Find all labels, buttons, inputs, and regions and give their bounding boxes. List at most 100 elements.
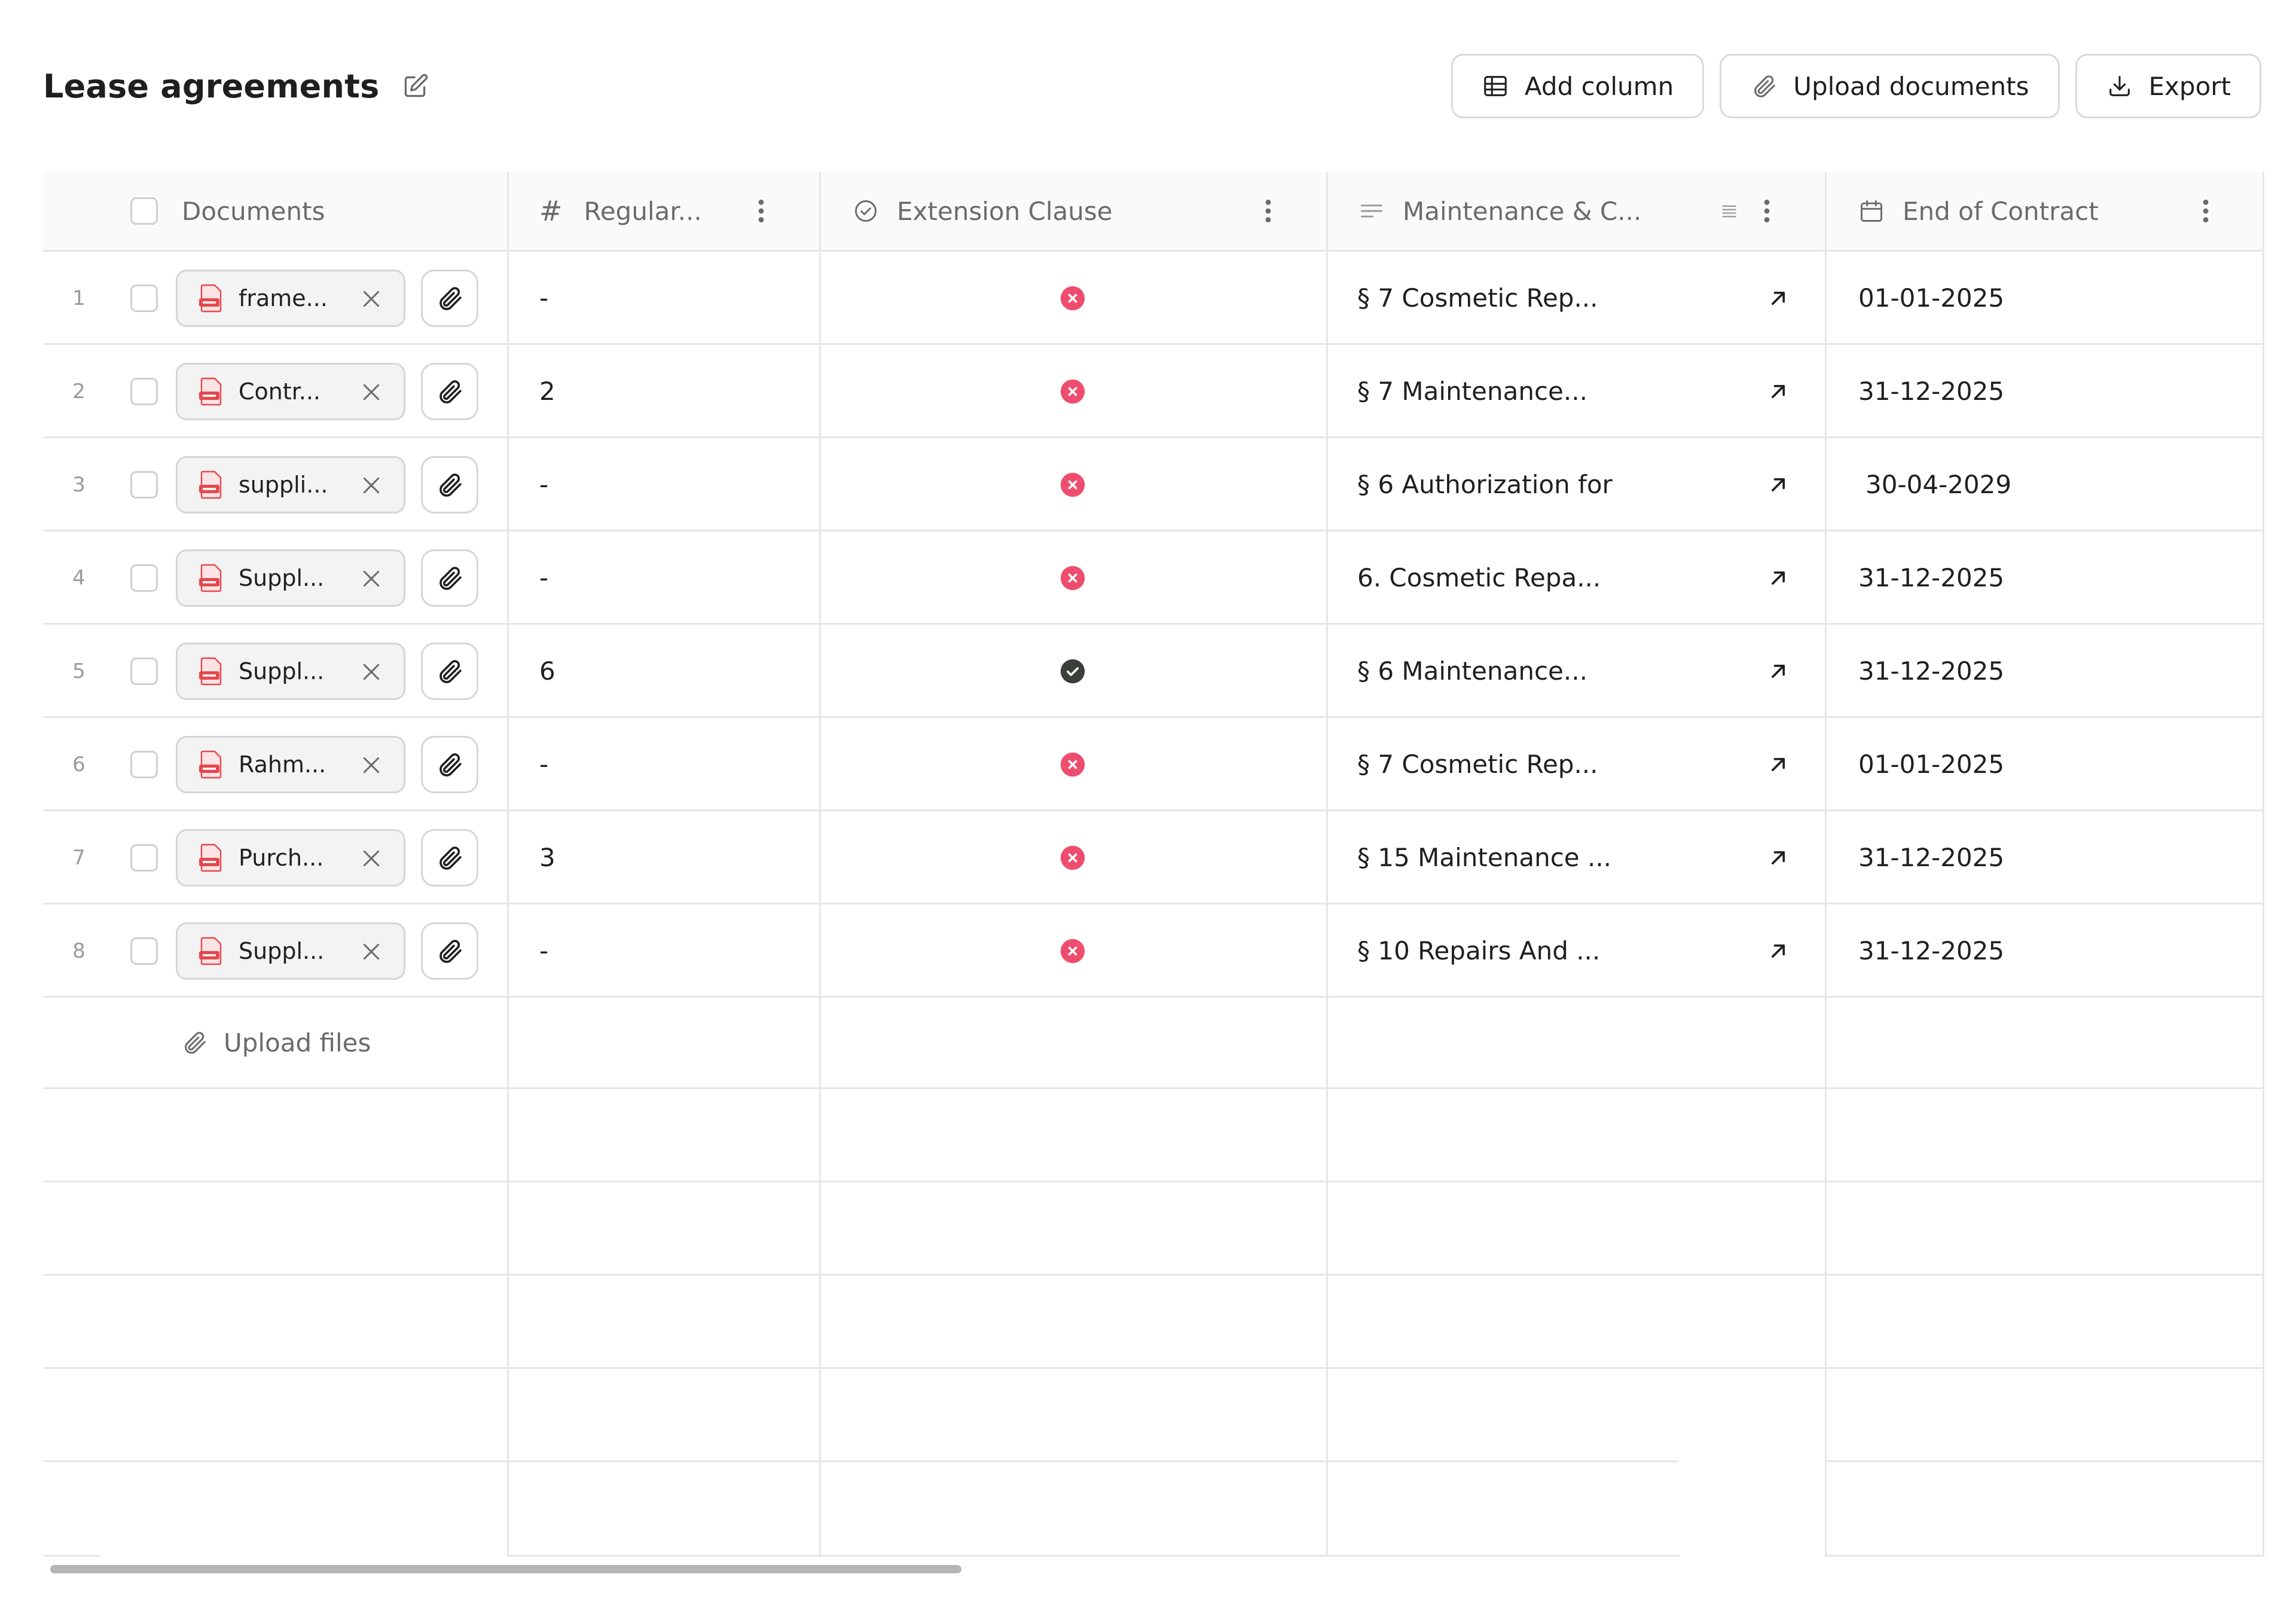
close-icon[interactable]: [359, 660, 383, 684]
open-arrow-icon[interactable]: [1765, 751, 1791, 778]
file-chip[interactable]: Rahm...: [176, 736, 405, 793]
open-arrow-icon[interactable]: [1765, 565, 1791, 591]
regular-value[interactable]: -: [539, 718, 548, 811]
file-chip[interactable]: Suppl...: [176, 643, 405, 700]
open-arrow-icon[interactable]: [1765, 378, 1791, 405]
file-chip[interactable]: Contr...: [176, 363, 405, 420]
open-arrow-icon[interactable]: [1765, 938, 1791, 964]
cross-status-icon[interactable]: [1060, 938, 1086, 964]
close-icon[interactable]: [359, 380, 383, 404]
row-checkbox[interactable]: [130, 937, 158, 965]
maintenance-value[interactable]: § 15 Maintenance ...: [1357, 811, 1611, 904]
attach-file-button[interactable]: [421, 549, 478, 607]
file-chip[interactable]: frame...: [176, 270, 405, 327]
column-menu-icon[interactable]: [757, 198, 765, 224]
cross-status-icon[interactable]: [1060, 845, 1086, 871]
maintenance-value[interactable]: § 7 Maintenance...: [1357, 345, 1587, 438]
column-menu-icon[interactable]: [1264, 198, 1272, 224]
close-icon[interactable]: [359, 846, 383, 870]
upload-files-button[interactable]: Upload files: [181, 996, 371, 1089]
table-row[interactable]: 1 frame... - § 7 Cosmetic Rep... 01-01-2025: [43, 252, 2264, 345]
header-end-of-contract[interactable]: End of Contract: [1858, 172, 2099, 250]
end-date-value[interactable]: 30-04-2029: [1866, 438, 2011, 531]
header-extension-clause[interactable]: Extension Clause: [853, 172, 1113, 250]
upload-documents-button[interactable]: Upload documents: [1720, 54, 2060, 118]
add-column-button[interactable]: Add column: [1451, 54, 1705, 118]
regular-value[interactable]: 3: [539, 811, 555, 904]
row-checkbox[interactable]: [130, 751, 158, 778]
close-icon[interactable]: [359, 567, 383, 591]
export-button[interactable]: Export: [2075, 54, 2261, 118]
table-icon: [1484, 76, 1507, 96]
cross-status-icon[interactable]: [1060, 751, 1086, 778]
row-checkbox[interactable]: [130, 564, 158, 592]
table-row[interactable]: 6 Rahm... - § 7 Cosmetic Rep... 01-01-2025: [43, 718, 2264, 811]
end-date-value[interactable]: 31-12-2025: [1858, 625, 2004, 718]
end-date-value[interactable]: 31-12-2025: [1858, 904, 2004, 998]
attach-file-button[interactable]: [421, 643, 478, 700]
row-checkbox[interactable]: [130, 285, 158, 312]
row-divider: [43, 1087, 2264, 1089]
wrap-text-icon[interactable]: [1721, 203, 1738, 219]
end-date-value[interactable]: 31-12-2025: [1858, 345, 2004, 438]
open-arrow-icon[interactable]: [1765, 658, 1791, 684]
row-checkbox[interactable]: [130, 658, 158, 685]
regular-value[interactable]: 2: [539, 345, 555, 438]
close-icon[interactable]: [359, 473, 383, 497]
close-icon[interactable]: [359, 940, 383, 964]
attach-file-button[interactable]: [421, 922, 478, 980]
end-date-value[interactable]: 31-12-2025: [1858, 531, 2004, 625]
attach-file-button[interactable]: [421, 363, 478, 420]
file-chip[interactable]: Purch...: [176, 829, 405, 887]
attach-file-button[interactable]: [421, 829, 478, 887]
row-checkbox[interactable]: [130, 471, 158, 499]
open-arrow-icon[interactable]: [1765, 472, 1791, 498]
header-maintenance[interactable]: Maintenance & C...: [1358, 172, 1641, 250]
edit-icon[interactable]: [402, 73, 429, 99]
regular-value[interactable]: -: [539, 252, 548, 345]
regular-value[interactable]: 6: [539, 625, 555, 718]
open-arrow-icon[interactable]: [1765, 845, 1791, 871]
attach-file-button[interactable]: [421, 270, 478, 327]
table-row[interactable]: 8 Suppl... - § 10 Repairs And ... 31-12-2025: [43, 904, 2264, 998]
attach-file-button[interactable]: [421, 456, 478, 513]
check-status-icon[interactable]: [1060, 658, 1086, 684]
regular-value[interactable]: -: [539, 904, 548, 998]
maintenance-value[interactable]: § 7 Cosmetic Rep...: [1357, 718, 1598, 811]
attach-file-button[interactable]: [421, 736, 478, 793]
cross-status-icon[interactable]: [1060, 565, 1086, 591]
table-row[interactable]: 7 Purch... 3 § 15 Maintenance ... 31-12-2025: [43, 811, 2264, 904]
end-date-value[interactable]: 31-12-2025: [1858, 811, 2004, 904]
table-row[interactable]: 5 Suppl... 6 § 6 Maintenance... 31-12-2025: [43, 625, 2264, 718]
maintenance-value[interactable]: 6. Cosmetic Repa...: [1357, 531, 1601, 625]
end-date-value[interactable]: 01-01-2025: [1858, 252, 2004, 345]
select-all-checkbox[interactable]: [130, 197, 158, 225]
close-icon[interactable]: [359, 753, 383, 777]
maintenance-value[interactable]: § 10 Repairs And ...: [1357, 904, 1600, 998]
cross-status-icon[interactable]: [1060, 472, 1086, 498]
regular-value[interactable]: -: [539, 438, 548, 531]
maintenance-value[interactable]: § 6 Authorization for: [1357, 438, 1613, 531]
header-documents[interactable]: Documents: [182, 172, 325, 250]
horizontal-scrollbar[interactable]: [50, 1565, 961, 1573]
table-row[interactable]: 3 suppli... - § 6 Authorization for 30-04-20…: [43, 438, 2264, 531]
open-arrow-icon[interactable]: [1765, 285, 1791, 311]
cross-status-icon[interactable]: [1060, 378, 1086, 405]
column-menu-icon[interactable]: [1763, 198, 1771, 224]
maintenance-value[interactable]: § 7 Cosmetic Rep...: [1357, 252, 1598, 345]
table-row[interactable]: 4 Suppl... - 6. Cosmetic Repa... 31-12-2025: [43, 531, 2264, 625]
file-chip[interactable]: Suppl...: [176, 549, 405, 607]
file-chip[interactable]: suppli...: [176, 456, 405, 513]
column-menu-icon[interactable]: [2202, 198, 2210, 224]
maintenance-value[interactable]: § 6 Maintenance...: [1357, 625, 1587, 718]
regular-value[interactable]: -: [539, 531, 548, 625]
row-checkbox[interactable]: [130, 378, 158, 405]
end-date-value[interactable]: 01-01-2025: [1858, 718, 2004, 811]
header-regular[interactable]: # Regular...: [539, 172, 702, 250]
row-number: 6: [72, 753, 86, 777]
row-checkbox[interactable]: [130, 844, 158, 872]
table-row[interactable]: 2 Contr... 2 § 7 Maintenance... 31-12-2025: [43, 345, 2264, 438]
cross-status-icon[interactable]: [1060, 285, 1086, 311]
close-icon[interactable]: [359, 287, 383, 311]
file-chip[interactable]: Suppl...: [176, 922, 405, 980]
